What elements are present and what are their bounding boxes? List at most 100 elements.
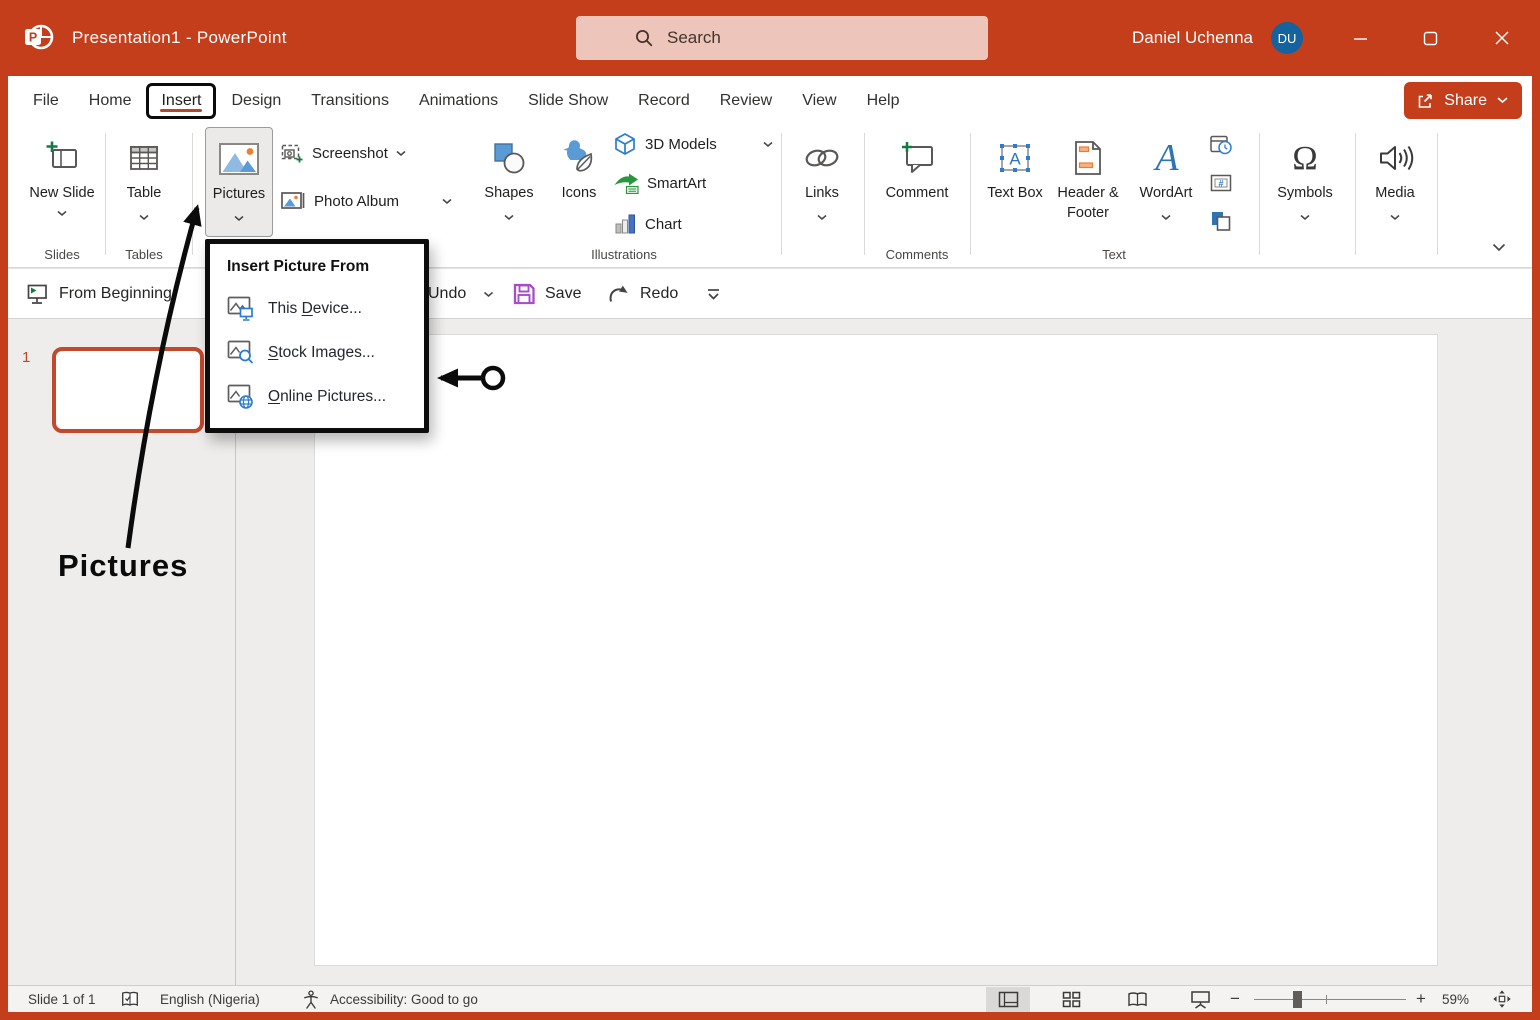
close-button[interactable] (1479, 0, 1525, 76)
chart-button[interactable]: Chart (613, 206, 682, 242)
tab-file[interactable]: File (18, 92, 74, 110)
save-button[interactable]: Save (512, 269, 581, 319)
group-label-comments: Comments (876, 247, 958, 262)
spell-check-button[interactable] (120, 986, 140, 1012)
redo-button[interactable]: Redo (606, 269, 678, 319)
mnemonic: O (268, 388, 280, 405)
tab-help[interactable]: Help (852, 92, 915, 110)
tab-view[interactable]: View (787, 92, 851, 110)
normal-view-icon (998, 991, 1019, 1008)
zoom-in-button[interactable]: + (1416, 986, 1426, 1012)
smartart-label: SmartArt (647, 175, 706, 192)
menu-item-text: This (268, 300, 302, 317)
maximize-icon (1423, 31, 1438, 46)
chevron-down-icon (817, 214, 827, 221)
minimize-button[interactable] (1337, 0, 1383, 76)
header-footer-label: Header & Footer (1050, 184, 1126, 223)
undo-label: Undo (428, 285, 466, 303)
language-button[interactable]: English (Nigeria) (160, 986, 260, 1012)
tab-design[interactable]: Design (216, 92, 296, 110)
zoom-out-button[interactable]: − (1230, 986, 1240, 1012)
zoom-slider-track[interactable] (1254, 999, 1406, 1000)
slide-number-button[interactable]: # (1205, 167, 1237, 199)
svg-text:P: P (29, 31, 37, 45)
smartart-button[interactable]: SmartArt (613, 165, 706, 201)
tab-animations[interactable]: Animations (404, 92, 513, 110)
picture-device-icon (227, 296, 255, 322)
icons-button[interactable]: Icons (548, 127, 610, 237)
table-button[interactable]: Table (113, 127, 175, 237)
fit-slide-button[interactable] (1492, 986, 1512, 1012)
reading-view-button[interactable] (1115, 987, 1159, 1012)
wordart-button[interactable]: A WordArt (1134, 127, 1198, 237)
insert-object-button[interactable] (1205, 205, 1237, 237)
media-button[interactable]: Media (1360, 127, 1430, 237)
new-slide-button[interactable]: New Slide (28, 127, 96, 237)
accessibility-status[interactable]: Accessibility: Good to go (330, 986, 478, 1012)
group-divider (864, 133, 865, 255)
zoom-level[interactable]: 59% (1442, 986, 1469, 1012)
symbols-button[interactable]: Ω Symbols (1270, 127, 1340, 237)
3d-models-button[interactable]: 3D Models (613, 126, 773, 162)
slide-thumbnail[interactable] (52, 347, 204, 433)
maximize-button[interactable] (1407, 0, 1453, 76)
dropdown-title: Insert Picture From (210, 255, 424, 287)
pictures-button[interactable]: Pictures (205, 127, 273, 237)
shapes-button[interactable]: Shapes (478, 127, 540, 237)
tab-insert[interactable]: Insert (146, 83, 216, 119)
text-box-button[interactable]: A Text Box (985, 127, 1045, 237)
smartart-icon (613, 172, 639, 194)
slide-indicator: Slide 1 of 1 (28, 986, 96, 1012)
slide-thumbnail-panel: 1 (8, 319, 236, 985)
avatar[interactable]: DU (1271, 22, 1303, 54)
chevron-down-icon (763, 141, 773, 148)
slide-show-button[interactable] (1178, 987, 1222, 1012)
accessibility-button[interactable] (302, 986, 320, 1012)
chevron-down-icon (396, 150, 406, 157)
account-name[interactable]: Daniel Uchenna (1132, 0, 1253, 76)
menu-item-online-pictures[interactable]: Online Pictures... (210, 375, 424, 419)
menu-item-this-device[interactable]: This Device... (210, 287, 424, 331)
header-footer-button[interactable]: Header & Footer (1050, 127, 1126, 237)
chevron-down-icon (57, 210, 67, 217)
tab-review[interactable]: Review (705, 92, 787, 110)
comment-label: Comment (886, 184, 949, 204)
save-icon (512, 282, 536, 306)
table-icon (127, 135, 161, 181)
links-button[interactable]: Links (793, 127, 851, 237)
normal-view-button[interactable] (986, 987, 1030, 1012)
accessibility-icon (302, 989, 320, 1010)
tab-slide-show[interactable]: Slide Show (513, 92, 623, 110)
screenshot-button[interactable]: Screenshot (280, 135, 406, 171)
share-button[interactable]: Share (1404, 82, 1522, 119)
svg-text:#: # (1218, 179, 1223, 189)
slide-sorter-icon (1062, 991, 1081, 1008)
tab-home[interactable]: Home (74, 92, 147, 110)
from-beginning-label: From Beginning (59, 285, 172, 303)
undo-button[interactable]: Undo (428, 269, 494, 319)
qat-overflow-button[interactable] (706, 269, 721, 319)
mnemonic: S (268, 344, 278, 361)
mnemonic: D (302, 300, 313, 317)
from-beginning-button[interactable]: From Beginning (26, 269, 172, 319)
menu-item-stock-images[interactable]: Stock Images... (210, 331, 424, 375)
photo-album-label: Photo Album (314, 193, 399, 210)
object-icon (1209, 209, 1233, 233)
tab-transitions[interactable]: Transitions (296, 92, 404, 110)
pictures-icon (218, 136, 260, 182)
wordart-label: WordArt (1140, 184, 1193, 204)
speaker-icon (1376, 135, 1414, 181)
search-input[interactable]: Search (576, 16, 988, 60)
date-time-button[interactable] (1205, 129, 1237, 161)
tab-record[interactable]: Record (623, 92, 705, 110)
collapse-ribbon-button[interactable] (1492, 239, 1506, 257)
slide-editing-area[interactable] (315, 335, 1437, 965)
zoom-slider-thumb[interactable] (1293, 991, 1302, 1008)
chevron-down-icon (442, 198, 452, 205)
media-label: Media (1375, 184, 1415, 204)
share-label: Share (1444, 92, 1487, 110)
search-placeholder: Search (667, 28, 721, 48)
comment-button[interactable]: Comment (876, 127, 958, 237)
photo-album-button[interactable]: Photo Album (280, 183, 452, 219)
slide-sorter-view-button[interactable] (1049, 987, 1093, 1012)
